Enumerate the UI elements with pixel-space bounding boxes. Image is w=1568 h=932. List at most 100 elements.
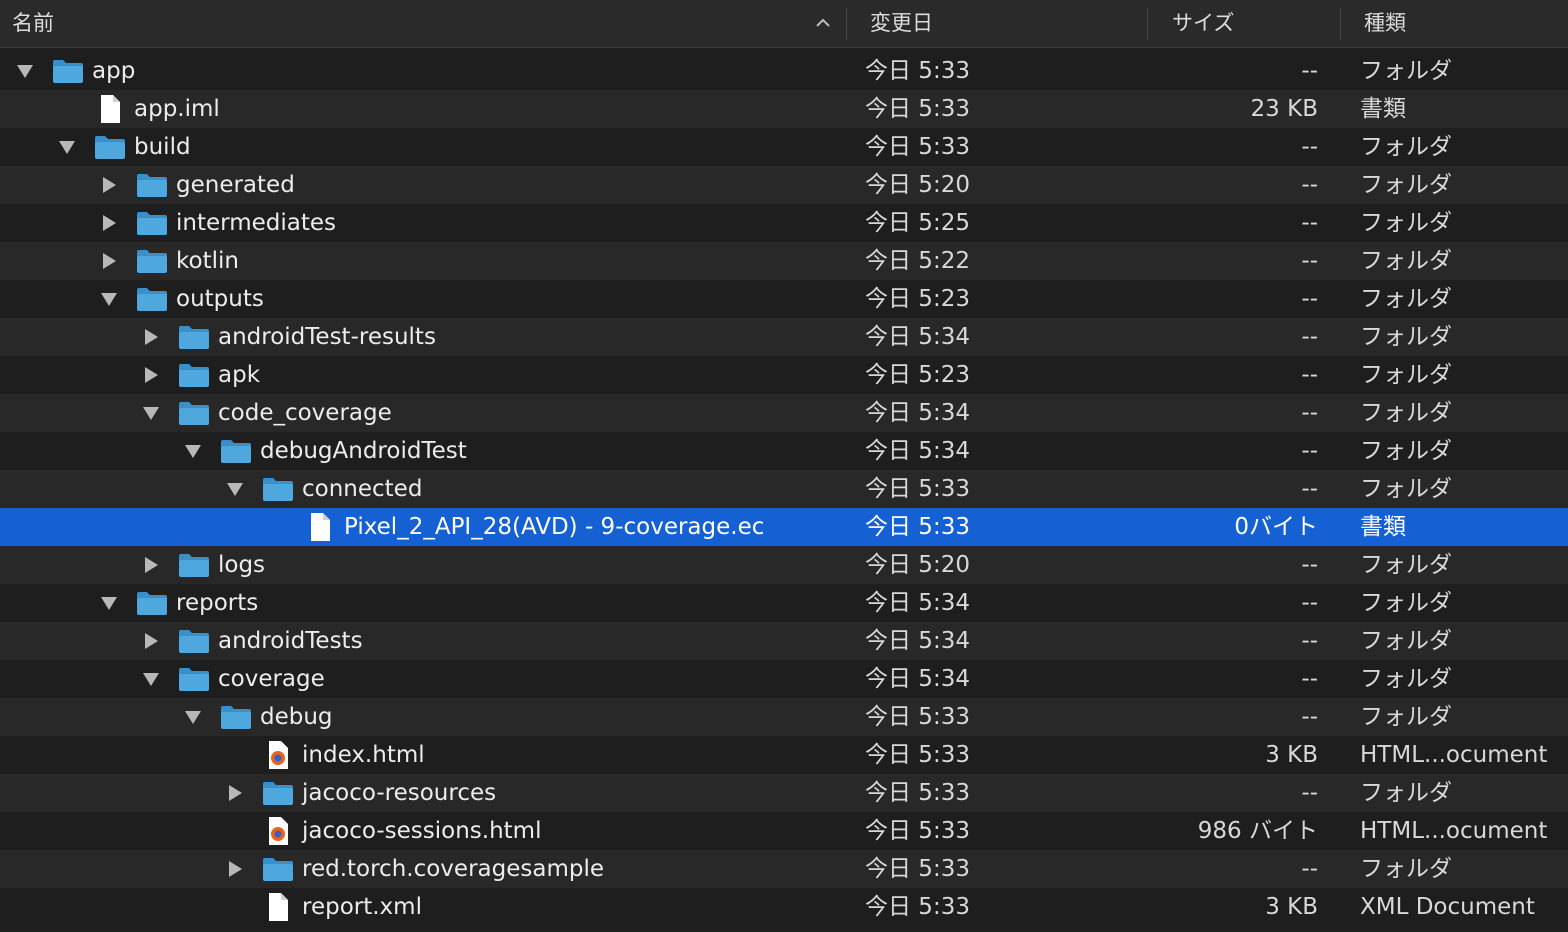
disclosure-collapsed-icon[interactable] (100, 215, 118, 231)
disclosure-expanded-icon[interactable] (142, 405, 160, 421)
column-separator[interactable] (1147, 8, 1148, 40)
column-header-size[interactable]: サイズ (1172, 0, 1332, 47)
name-cell: logs (0, 546, 840, 584)
file-name: report.xml (302, 894, 422, 920)
folder-icon (263, 858, 293, 881)
name-cell: jacoco-sessions.html (0, 812, 840, 850)
document-icon (311, 513, 330, 541)
disclosure-expanded-icon[interactable] (142, 671, 160, 687)
file-row[interactable]: debugAndroidTest 今日 5:34 -- フォルダ (0, 432, 1568, 470)
file-name: debug (260, 704, 333, 730)
file-row[interactable]: androidTest-results 今日 5:34 -- フォルダ (0, 318, 1568, 356)
file-name: jacoco-sessions.html (302, 818, 542, 844)
file-kind: フォルダ (1360, 134, 1452, 160)
name-cell: code_coverage (0, 394, 840, 432)
file-size: -- (1301, 248, 1318, 274)
file-row[interactable]: androidTests 今日 5:34 -- フォルダ (0, 622, 1568, 660)
file-row[interactable]: outputs 今日 5:23 -- フォルダ (0, 280, 1568, 318)
file-name: app (92, 58, 136, 84)
disclosure-expanded-icon[interactable] (100, 595, 118, 611)
file-row[interactable]: intermediates 今日 5:25 -- フォルダ (0, 204, 1568, 242)
file-row[interactable]: logs 今日 5:20 -- フォルダ (0, 546, 1568, 584)
disclosure-expanded-icon[interactable] (16, 63, 34, 79)
file-row[interactable]: debug 今日 5:33 -- フォルダ (0, 698, 1568, 736)
column-header-kind[interactable]: 種類 (1364, 0, 1564, 47)
file-row[interactable]: index.html 今日 5:33 3 KB HTML...ocument (0, 736, 1568, 774)
date-modified: 今日 5:34 (865, 324, 970, 350)
disclosure-collapsed-icon[interactable] (226, 785, 244, 801)
disclosure-collapsed-icon[interactable] (142, 367, 160, 383)
column-header-date[interactable]: 変更日 (870, 0, 1140, 47)
file-name: app.iml (134, 96, 220, 122)
file-row[interactable]: report.xml 今日 5:33 3 KB XML Document (0, 888, 1568, 926)
file-size: -- (1301, 552, 1318, 578)
file-name: outputs (176, 286, 264, 312)
folder-icon (179, 402, 209, 425)
file-size: 0バイト (1234, 514, 1318, 540)
file-row[interactable]: red.torch.coveragesample 今日 5:33 -- フォルダ (0, 850, 1568, 888)
column-header-name[interactable]: 名前 (12, 0, 812, 47)
file-name: debugAndroidTest (260, 438, 467, 464)
folder-icon (179, 364, 209, 387)
disclosure-collapsed-icon[interactable] (142, 329, 160, 345)
date-modified: 今日 5:33 (865, 58, 970, 84)
folder-icon (137, 174, 167, 197)
date-modified: 今日 5:23 (865, 362, 970, 388)
file-size: -- (1301, 172, 1318, 198)
file-row[interactable]: apk 今日 5:23 -- フォルダ (0, 356, 1568, 394)
file-size: -- (1301, 286, 1318, 312)
file-kind: フォルダ (1360, 628, 1452, 654)
file-size: -- (1301, 362, 1318, 388)
file-row[interactable]: build 今日 5:33 -- フォルダ (0, 128, 1568, 166)
disclosure-collapsed-icon[interactable] (100, 253, 118, 269)
disclosure-expanded-icon[interactable] (184, 709, 202, 725)
name-cell: androidTest-results (0, 318, 840, 356)
date-modified: 今日 5:33 (865, 742, 970, 768)
disclosure-collapsed-icon[interactable] (142, 557, 160, 573)
name-cell: connected (0, 470, 840, 508)
file-row[interactable]: connected 今日 5:33 -- フォルダ (0, 470, 1568, 508)
disclosure-expanded-icon[interactable] (226, 481, 244, 497)
name-cell: debug (0, 698, 840, 736)
file-name: intermediates (176, 210, 336, 236)
disclosure-collapsed-icon[interactable] (100, 177, 118, 193)
name-cell: app (0, 52, 840, 90)
folder-icon (221, 706, 251, 729)
sort-ascending-chevron-icon[interactable] (814, 14, 832, 32)
file-kind: フォルダ (1360, 666, 1452, 692)
disclosure-expanded-icon[interactable] (58, 139, 76, 155)
file-row[interactable]: jacoco-resources 今日 5:33 -- フォルダ (0, 774, 1568, 812)
file-row[interactable]: Pixel_2_API_28(AVD) - 9-coverage.ec 今日 5:… (0, 508, 1568, 546)
file-row[interactable]: reports 今日 5:34 -- フォルダ (0, 584, 1568, 622)
file-row[interactable]: jacoco-sessions.html 今日 5:33 986 バイト HTML..… (0, 812, 1568, 850)
file-row[interactable]: code_coverage 今日 5:34 -- フォルダ (0, 394, 1568, 432)
column-separator[interactable] (846, 8, 847, 40)
disclosure-collapsed-icon[interactable] (226, 861, 244, 877)
file-row[interactable]: coverage 今日 5:34 -- フォルダ (0, 660, 1568, 698)
name-cell: debugAndroidTest (0, 432, 840, 470)
file-kind: HTML...ocument (1360, 818, 1548, 844)
name-cell: red.torch.coveragesample (0, 850, 840, 888)
file-row[interactable]: app 今日 5:33 -- フォルダ (0, 52, 1568, 90)
file-row[interactable]: generated 今日 5:20 -- フォルダ (0, 166, 1568, 204)
file-kind: フォルダ (1360, 780, 1452, 806)
file-kind: フォルダ (1360, 172, 1452, 198)
folder-icon (137, 250, 167, 273)
document-icon (101, 95, 120, 123)
disclosure-expanded-icon[interactable] (100, 291, 118, 307)
file-size: -- (1301, 628, 1318, 654)
disclosure-expanded-icon[interactable] (184, 443, 202, 459)
file-row[interactable]: kotlin 今日 5:22 -- フォルダ (0, 242, 1568, 280)
file-name: index.html (302, 742, 425, 768)
file-row[interactable]: app.iml 今日 5:33 23 KB 書類 (0, 90, 1568, 128)
column-separator[interactable] (1340, 8, 1341, 40)
file-list: app 今日 5:33 -- フォルダ app.iml 今日 5:33 23 KB 書類 bui… (0, 52, 1568, 926)
disclosure-collapsed-icon[interactable] (142, 633, 160, 649)
file-name: reports (176, 590, 259, 616)
name-cell: Pixel_2_API_28(AVD) - 9-coverage.ec (0, 508, 840, 546)
document-icon (269, 893, 288, 921)
file-size: -- (1301, 324, 1318, 350)
file-name: build (134, 134, 191, 160)
name-cell: intermediates (0, 204, 840, 242)
file-kind: 書類 (1360, 514, 1406, 540)
